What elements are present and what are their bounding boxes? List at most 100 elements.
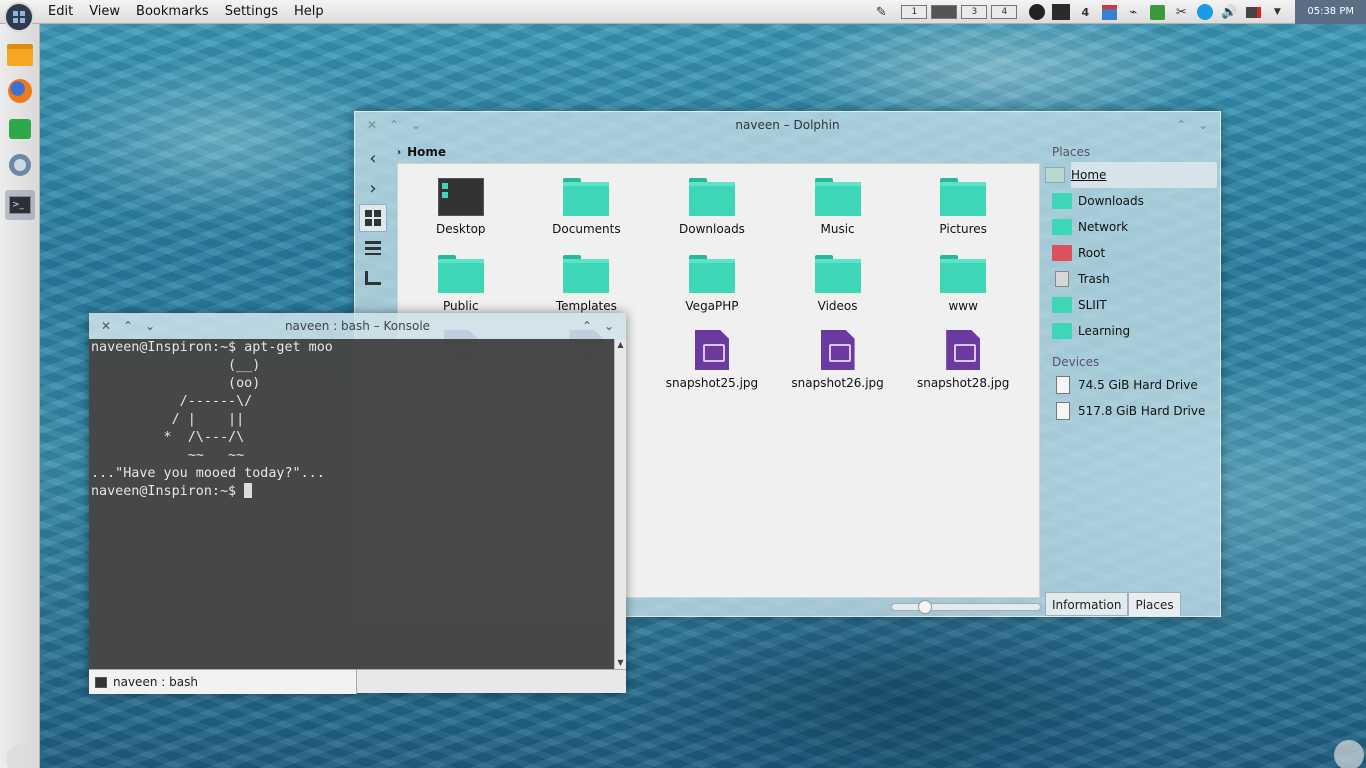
place-label: Downloads bbox=[1078, 194, 1144, 208]
dolphin-titlebar[interactable]: ✕ ⌃ ⌄ naveen – Dolphin ⌃ ⌄ bbox=[355, 112, 1220, 138]
file-icon-wrap bbox=[688, 330, 736, 372]
place-item[interactable]: SLIIT bbox=[1045, 292, 1217, 318]
zoom-slider-handle[interactable] bbox=[918, 600, 932, 614]
desktop-3[interactable]: 3 bbox=[961, 5, 988, 19]
folder-icon bbox=[688, 178, 735, 216]
network-disconnected-icon[interactable] bbox=[1243, 2, 1263, 22]
file-item[interactable]: Downloads bbox=[649, 176, 775, 253]
details-view-button[interactable] bbox=[359, 234, 387, 262]
hard-drive-icon bbox=[1056, 376, 1070, 394]
panel-tabs: Information Places bbox=[1045, 592, 1181, 616]
menu-view[interactable]: View bbox=[81, 0, 128, 24]
network-wired-icon[interactable]: ⌁ bbox=[1123, 2, 1143, 22]
file-item[interactable]: Documents bbox=[524, 176, 650, 253]
volume-icon[interactable]: 🔊 bbox=[1219, 2, 1239, 22]
keep-above-icon[interactable]: ⌃ bbox=[1172, 116, 1190, 134]
keep-above-icon[interactable]: ⌃ bbox=[578, 317, 596, 335]
file-item[interactable]: snapshot26.jpg bbox=[775, 330, 901, 407]
place-item[interactable]: Root bbox=[1045, 240, 1217, 266]
menu-settings[interactable]: Settings bbox=[217, 0, 286, 24]
place-item[interactable]: Learning bbox=[1045, 318, 1217, 344]
desktop-1[interactable]: 1 bbox=[901, 5, 928, 19]
device-item[interactable]: 517.8 GiB Hard Drive bbox=[1045, 398, 1217, 424]
folder-icon bbox=[1052, 297, 1072, 313]
bottom-right-corner-button[interactable] bbox=[1334, 740, 1364, 768]
file-item[interactable]: Desktop bbox=[398, 176, 524, 253]
terminal-tray-icon[interactable] bbox=[1051, 2, 1071, 22]
desktop-2[interactable] bbox=[931, 5, 958, 19]
forward-button[interactable]: › bbox=[359, 174, 387, 202]
file-item[interactable]: www bbox=[900, 253, 1026, 330]
terminal-line: (oo) bbox=[91, 376, 261, 391]
folder-icon bbox=[688, 255, 735, 293]
place-label: Root bbox=[1078, 246, 1106, 260]
terminal-line: * /\---/\ bbox=[91, 430, 245, 445]
file-item[interactable]: Pictures bbox=[900, 176, 1026, 253]
place-item[interactable]: Home bbox=[1045, 162, 1217, 188]
home-icon bbox=[1045, 167, 1065, 183]
terminal-scrollbar[interactable]: ▲ ▼ bbox=[614, 339, 626, 669]
file-item[interactable]: VegaPHP bbox=[649, 253, 775, 330]
icons-view-button[interactable] bbox=[359, 204, 387, 232]
pencil-icon[interactable]: ✎ bbox=[871, 2, 891, 22]
menu-bookmarks[interactable]: Bookmarks bbox=[128, 0, 217, 24]
terminal-prompt-line: naveen@Inspiron:~$ bbox=[91, 483, 614, 501]
file-item[interactable]: snapshot25.jpg bbox=[649, 330, 775, 407]
updates-icon[interactable] bbox=[1147, 2, 1167, 22]
device-item[interactable]: 74.5 GiB Hard Drive bbox=[1045, 372, 1217, 398]
steam-icon[interactable] bbox=[1027, 2, 1047, 22]
file-icon-wrap bbox=[437, 253, 485, 295]
tab-information[interactable]: Information bbox=[1045, 592, 1129, 616]
desktop-folder-icon bbox=[437, 178, 484, 216]
place-item[interactable]: Downloads bbox=[1045, 188, 1217, 214]
dock-firefox-icon[interactable] bbox=[5, 76, 35, 106]
place-label: Learning bbox=[1078, 324, 1131, 338]
scissors-icon[interactable]: ✂ bbox=[1171, 2, 1191, 22]
konsole-window: ✕ ⌃ ⌄ naveen : bash – Konsole ⌃ ⌄ naveen… bbox=[89, 313, 626, 694]
file-item[interactable]: snapshot28.jpg bbox=[900, 330, 1026, 407]
calendar-icon[interactable] bbox=[1099, 2, 1119, 22]
terminal-prompt: naveen@Inspiron:~$ bbox=[91, 484, 245, 499]
konsole-tab[interactable]: naveen : bash bbox=[89, 670, 357, 694]
left-dock: >_ bbox=[0, 24, 40, 768]
top-panel: Edit View Bookmarks Settings Help ✎ 1 3 … bbox=[0, 0, 1366, 24]
image-file-icon bbox=[820, 330, 855, 370]
places-heading: Places bbox=[1052, 145, 1091, 159]
minimize-icon[interactable]: ⌄ bbox=[1194, 116, 1212, 134]
file-label: Music bbox=[820, 222, 855, 236]
dolphin-window-title: naveen – Dolphin bbox=[735, 118, 840, 132]
notification-badge-icon[interactable]: 4 bbox=[1075, 2, 1095, 22]
breadcrumb[interactable]: › Home bbox=[397, 142, 446, 162]
dock-files-icon[interactable] bbox=[5, 40, 35, 70]
place-item[interactable]: Network bbox=[1045, 214, 1217, 240]
menu-help[interactable]: Help bbox=[286, 0, 332, 24]
scroll-down-icon[interactable]: ▼ bbox=[615, 657, 626, 669]
breadcrumb-home[interactable]: Home bbox=[407, 145, 446, 159]
zoom-slider[interactable] bbox=[891, 600, 1041, 614]
menu-edit[interactable]: Edit bbox=[40, 0, 81, 24]
chevron-down-icon[interactable]: ▼ bbox=[1267, 2, 1287, 22]
tab-places[interactable]: Places bbox=[1128, 592, 1181, 616]
tree-view-button[interactable] bbox=[359, 264, 387, 292]
application-launcher[interactable] bbox=[4, 2, 34, 32]
place-item[interactable]: Trash bbox=[1045, 266, 1217, 292]
konsole-titlebar[interactable]: ✕ ⌃ ⌄ naveen : bash – Konsole ⌃ ⌄ bbox=[89, 313, 626, 339]
terminal-output[interactable]: naveen@Inspiron:~$ apt-get moo (__) (oo)… bbox=[89, 339, 614, 669]
file-item[interactable]: Videos bbox=[775, 253, 901, 330]
folder-icon bbox=[1052, 219, 1072, 235]
back-button[interactable]: ‹ bbox=[359, 144, 387, 172]
clock[interactable]: 05:38 PM bbox=[1295, 0, 1366, 24]
file-icon-wrap bbox=[814, 176, 862, 218]
dock-konsole-icon[interactable]: >_ bbox=[5, 190, 35, 220]
file-item[interactable]: Music bbox=[775, 176, 901, 253]
bottom-left-corner-button[interactable] bbox=[6, 744, 36, 768]
file-icon-wrap bbox=[688, 176, 736, 218]
list-view-icon bbox=[365, 241, 381, 255]
file-label: Desktop bbox=[436, 222, 486, 236]
desktop-4[interactable]: 4 bbox=[991, 5, 1018, 19]
dock-hangouts-icon[interactable] bbox=[5, 114, 35, 144]
dock-chrome-icon[interactable] bbox=[5, 150, 35, 180]
scroll-up-icon[interactable]: ▲ bbox=[615, 339, 626, 351]
minimize-icon[interactable]: ⌄ bbox=[600, 317, 618, 335]
skype-icon[interactable] bbox=[1195, 2, 1215, 22]
